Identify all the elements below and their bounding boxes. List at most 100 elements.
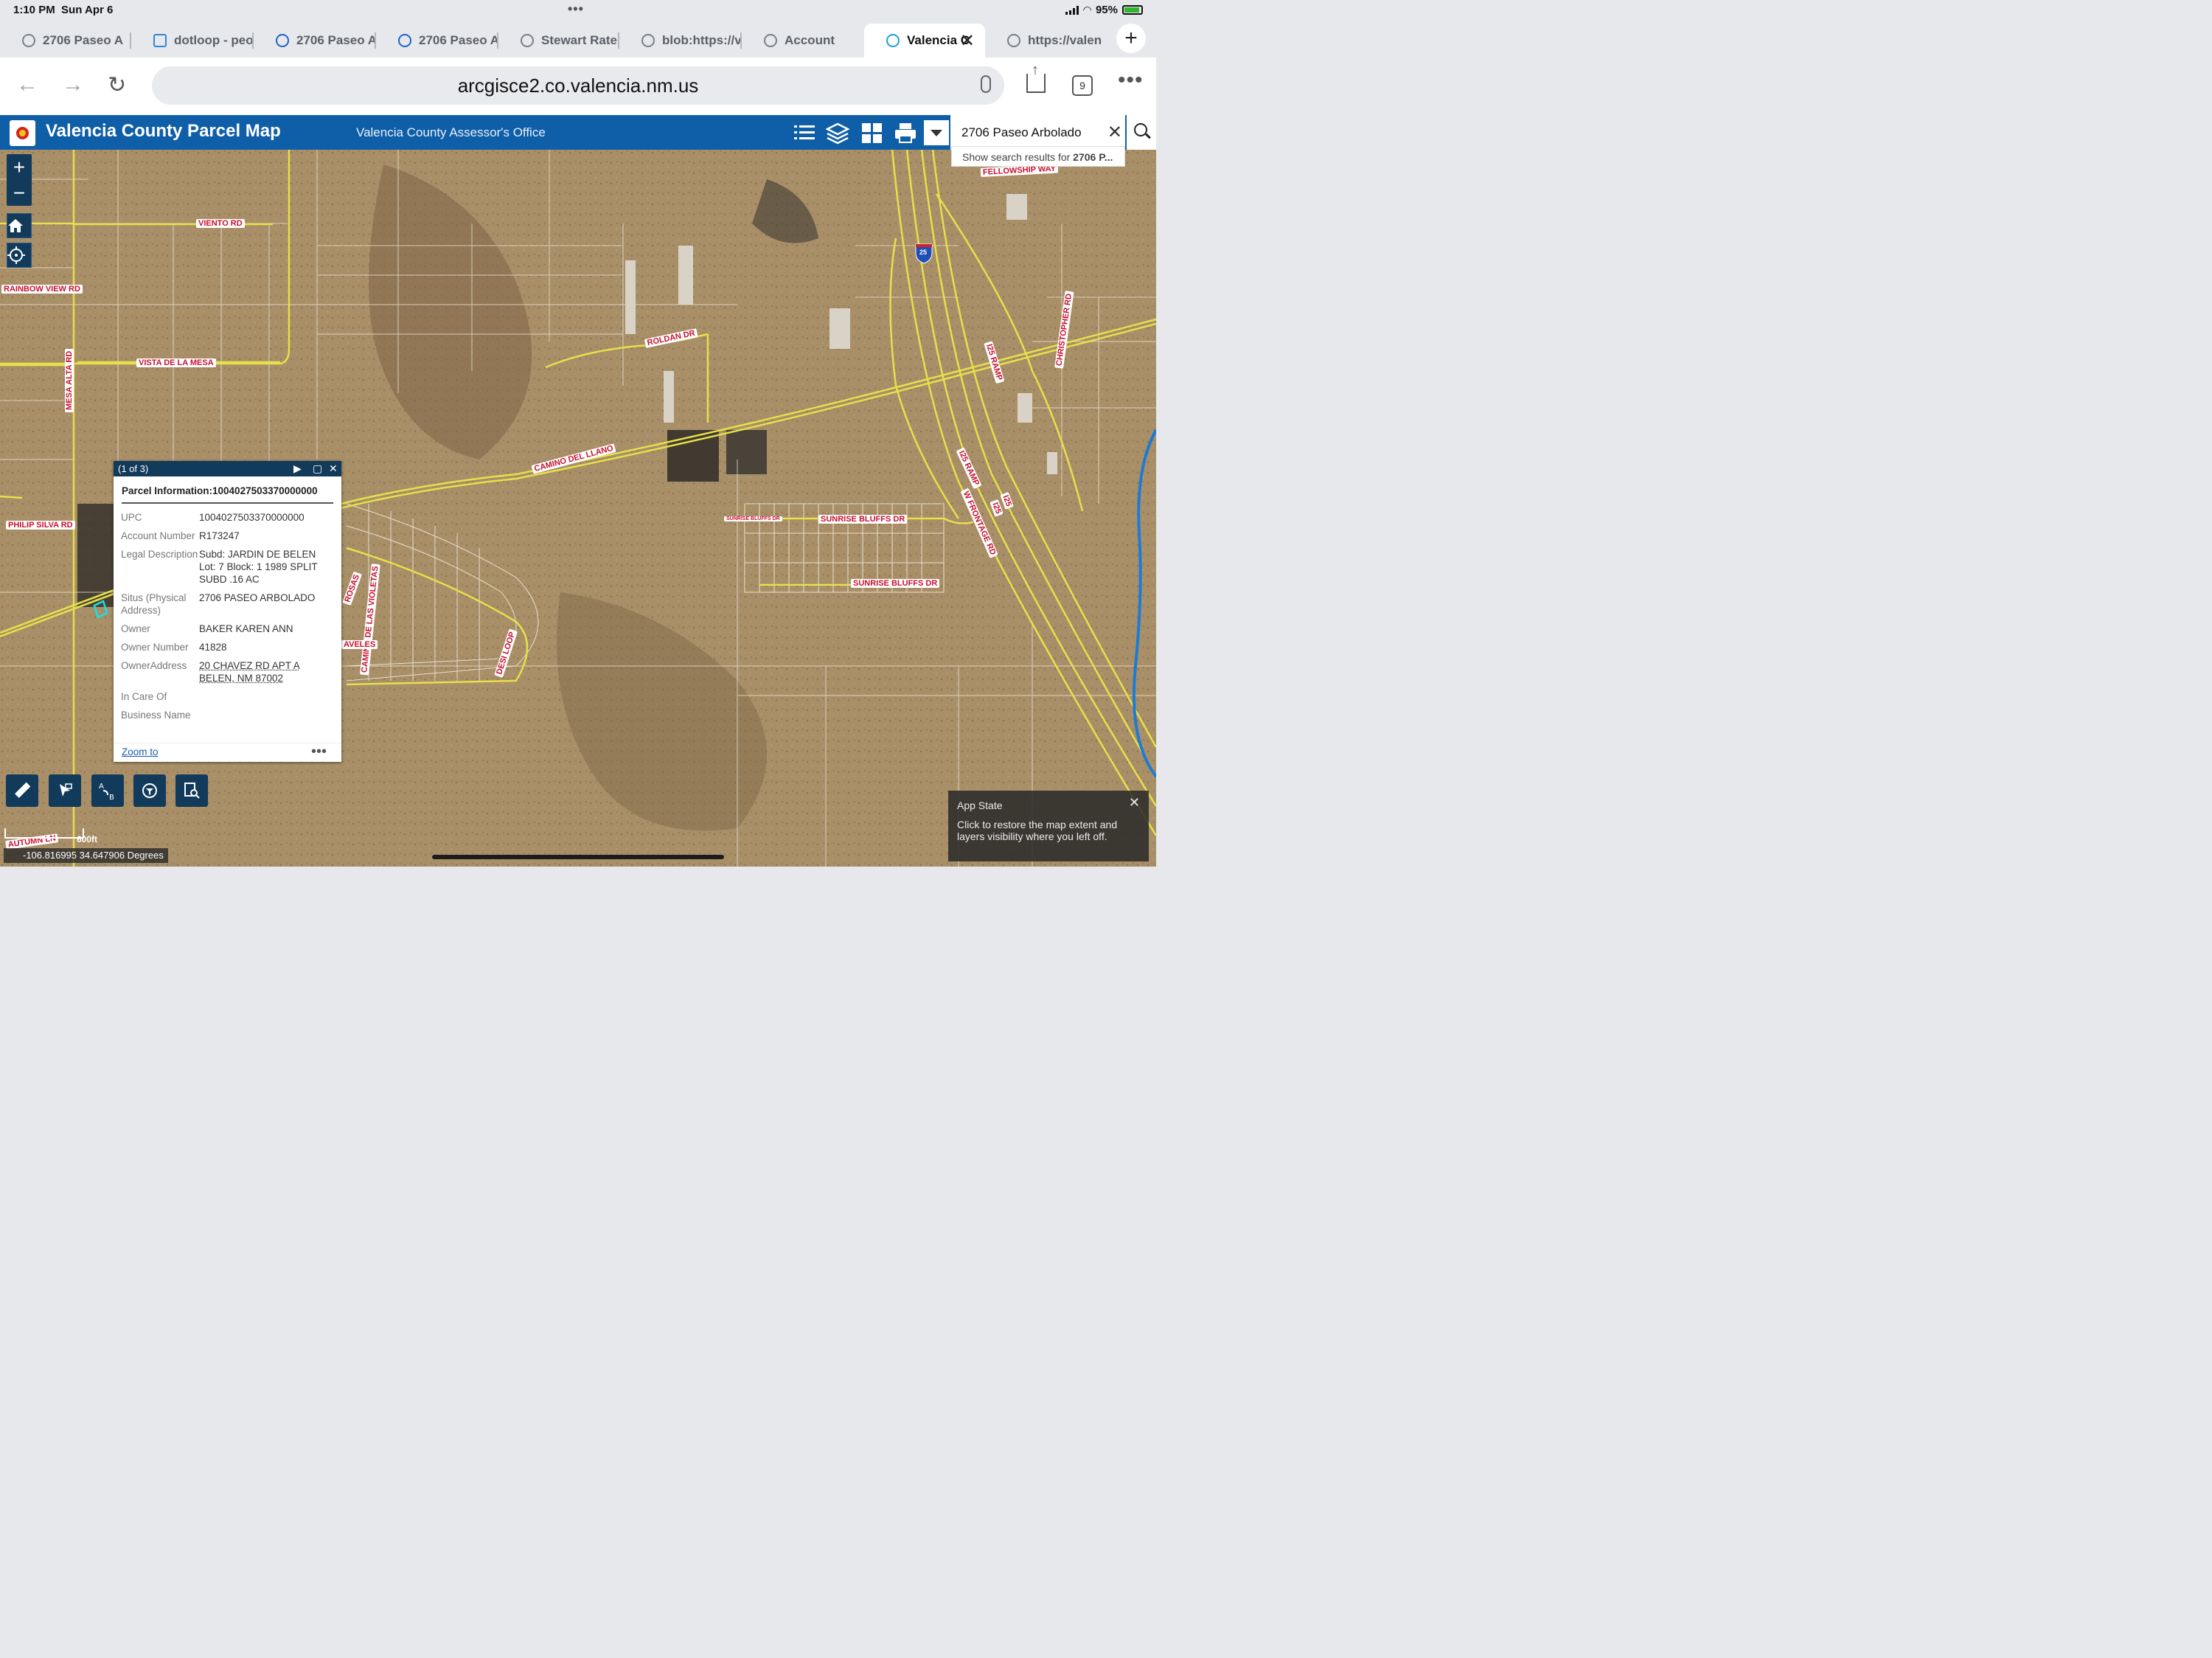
next-feature-button[interactable]: ▶ [293, 461, 302, 476]
print-icon[interactable] [894, 121, 917, 145]
select-button[interactable] [49, 774, 81, 807]
search-button[interactable] [1127, 115, 1156, 150]
popup-footer: Zoom to ••• [114, 743, 341, 762]
wifi-icon: ◠ [1083, 4, 1091, 15]
new-tab-button[interactable]: + [1116, 24, 1146, 53]
attribute-row: Legal Description Subd: JARDIN DE BELEN L… [121, 549, 318, 585]
filter-map-icon [142, 783, 157, 798]
zoom-out-button[interactable]: − [7, 180, 32, 206]
close-tab-icon[interactable]: ✕ [960, 30, 975, 52]
select-cursor-icon [60, 783, 72, 797]
more-menu-button[interactable]: ••• [1118, 68, 1144, 93]
arcgis-icon [886, 34, 900, 47]
road-label: MESA ALTA RD [65, 348, 74, 412]
globe-icon [1007, 34, 1020, 47]
attribute-row: Situs (Physical Address) 2706 PASEO ARBOL… [121, 592, 316, 616]
browser-tab[interactable]: https://valen [985, 27, 1110, 55]
zoom-to-link[interactable]: Zoom to [122, 746, 159, 757]
road-label: VISTA DE LA MESA [136, 358, 216, 367]
search-suggestion[interactable]: Show search results for 2706 P... [951, 146, 1125, 167]
app-title: Valencia County Parcel Map [46, 121, 281, 141]
road-label: PHILIP SILVA RD [6, 521, 75, 530]
close-popup-button[interactable]: ✕ [329, 461, 338, 476]
popup-header: (1 of 3) ▶ ▢ ✕ [114, 461, 341, 476]
browser-tab[interactable]: blob:https://v [619, 27, 742, 55]
ruler-icon [15, 782, 31, 798]
search-source-dropdown[interactable] [924, 120, 949, 145]
road-label: VIENTO RD [196, 219, 245, 228]
browser-tab[interactable]: dotloop - peo [131, 27, 254, 55]
zoom-controls: + − [7, 154, 32, 206]
road-label: RAINBOW VIEW RD [1, 285, 83, 294]
owner-address-link[interactable]: 20 CHAVEZ RD APT A BELEN, NM 87002 [199, 659, 332, 690]
locate-icon [7, 246, 25, 264]
globe-icon [22, 34, 35, 47]
document-search-icon [184, 783, 200, 799]
globe-icon [521, 34, 534, 47]
app-state-title: App State [957, 799, 1003, 811]
status-bar: 1:10 PM Sun Apr 6 ••• ◠ 95% [0, 0, 1156, 21]
browser-tab-active[interactable]: Valencia C ✕ [864, 24, 985, 58]
reload-button[interactable]: ↻ [108, 72, 126, 98]
legend-list-icon[interactable] [793, 121, 816, 145]
search-input[interactable]: 2706 Paseo Arbolado ✕ [950, 115, 1125, 150]
tab-count-button[interactable]: 9 [1072, 75, 1093, 96]
attribute-row: UPC 1004027503370000000 [121, 512, 305, 523]
road-label: SUNRISE BLUFFS DR [851, 579, 940, 588]
browser-tab[interactable]: Stewart Rate [498, 27, 619, 55]
road-label: AVELES [341, 640, 378, 649]
home-icon [8, 219, 23, 232]
battery-icon [1122, 5, 1143, 15]
globe-icon [764, 34, 777, 47]
status-time: 1:10 PM Sun Apr 6 [13, 4, 114, 16]
search-map-button[interactable] [175, 774, 208, 807]
home-button[interactable] [7, 213, 32, 238]
attribute-row: Owner BAKER KAREN ANN [121, 623, 293, 634]
attribute-row: Owner Number 41828 [121, 642, 227, 653]
clear-search-icon[interactable]: ✕ [1107, 115, 1122, 150]
query-button[interactable] [133, 774, 166, 807]
popup-body[interactable]: Parcel Information:1004027503370000000 U… [114, 476, 341, 743]
battery-percent: 95% [1095, 4, 1118, 16]
zoom-in-button[interactable]: + [7, 154, 32, 180]
attribute-row: Business Name [121, 710, 191, 721]
dotloop-icon [153, 34, 167, 47]
basemap-gallery-icon[interactable] [860, 121, 883, 145]
svg-text:A: A [99, 783, 104, 791]
browser-tab[interactable]: Account [742, 27, 864, 55]
address-bar[interactable]: arcgisce2.co.valencia.nm.us [152, 66, 1004, 105]
directions-button[interactable]: AB [91, 774, 124, 807]
location-pin-icon [398, 34, 411, 47]
back-button[interactable]: ← [16, 72, 38, 97]
route-ab-icon: AB [99, 783, 114, 802]
browser-tab[interactable]: 2706 Paseo A [376, 27, 498, 55]
browser-tab[interactable]: 2706 Paseo A [0, 27, 131, 55]
app-state-toast[interactable]: App State Click to restore the map exten… [948, 791, 1149, 861]
app-subtitle: Valencia County Assessor's Office [356, 125, 546, 139]
attribute-row: In Care Of [121, 691, 167, 702]
browser-tab[interactable]: 2706 Paseo A [254, 27, 376, 55]
cell-signal-icon [1065, 5, 1079, 15]
location-pin-icon [276, 34, 289, 47]
tab-strip: 2706 Paseo A dotloop - peo 2706 Paseo A … [0, 21, 1156, 58]
parcel-attributes-table: UPC 1004027503370000000 Account Number R17… [121, 511, 332, 727]
popup-more-button[interactable]: ••• [311, 743, 327, 760]
multitask-dots[interactable]: ••• [568, 1, 584, 17]
coordinate-readout: -106.816995 34.647906 Degrees [4, 848, 168, 863]
home-indicator [432, 855, 724, 859]
browser-toolbar: ← → ↻ arcgisce2.co.valencia.nm.us 9 ••• [0, 58, 1156, 115]
popup-counter: (1 of 3) [118, 463, 149, 474]
attribute-row: Account Number R173247 [121, 530, 240, 541]
locate-button[interactable] [7, 243, 32, 268]
forward-button[interactable]: → [62, 72, 84, 97]
app-state-message: Click to restore the map extent and laye… [957, 819, 1118, 842]
svg-text:B: B [109, 794, 114, 801]
microphone-icon[interactable] [981, 75, 991, 93]
maximize-button[interactable]: ▢ [313, 461, 322, 476]
scale-bar [4, 828, 84, 839]
road-label: SUNRISE BLUFFS DR [818, 515, 908, 524]
measure-button[interactable] [6, 774, 38, 807]
layers-icon[interactable] [826, 121, 849, 145]
close-toast-button[interactable]: ✕ [1129, 795, 1140, 811]
share-icon[interactable] [1026, 62, 1046, 93]
